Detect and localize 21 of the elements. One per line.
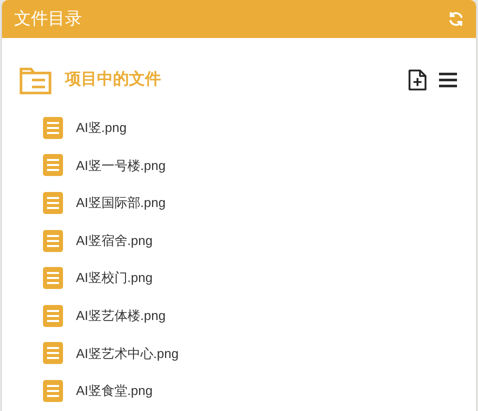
- file-name[interactable]: AI竖艺术中心.png: [76, 344, 179, 364]
- folder-icon: [19, 65, 52, 95]
- add-file-icon[interactable]: [408, 69, 427, 91]
- file-icon: [43, 304, 63, 327]
- file-icon: [43, 154, 63, 176]
- file-name[interactable]: AI竖艺体楼.png: [76, 306, 166, 326]
- file-icon: [43, 192, 63, 214]
- file-name[interactable]: AI竖食堂.png: [76, 381, 153, 401]
- file-name[interactable]: AI竖宿舍.png: [76, 230, 153, 250]
- file-name[interactable]: AI竖国际部.png: [76, 193, 166, 213]
- file-name[interactable]: AI竖一号楼.png: [76, 156, 166, 176]
- file-icon: [43, 267, 63, 290]
- file-icon: [43, 116, 63, 139]
- panel-title: 文件目录: [14, 8, 82, 30]
- section-title: 项目中的文件: [65, 69, 161, 90]
- file-icon: [43, 230, 63, 252]
- file-name[interactable]: AI竖.png: [76, 118, 127, 138]
- file-icon: [43, 342, 63, 364]
- file-name[interactable]: AI竖校门.png: [76, 268, 153, 288]
- menu-icon[interactable]: [439, 72, 457, 88]
- file-icon: [43, 380, 63, 402]
